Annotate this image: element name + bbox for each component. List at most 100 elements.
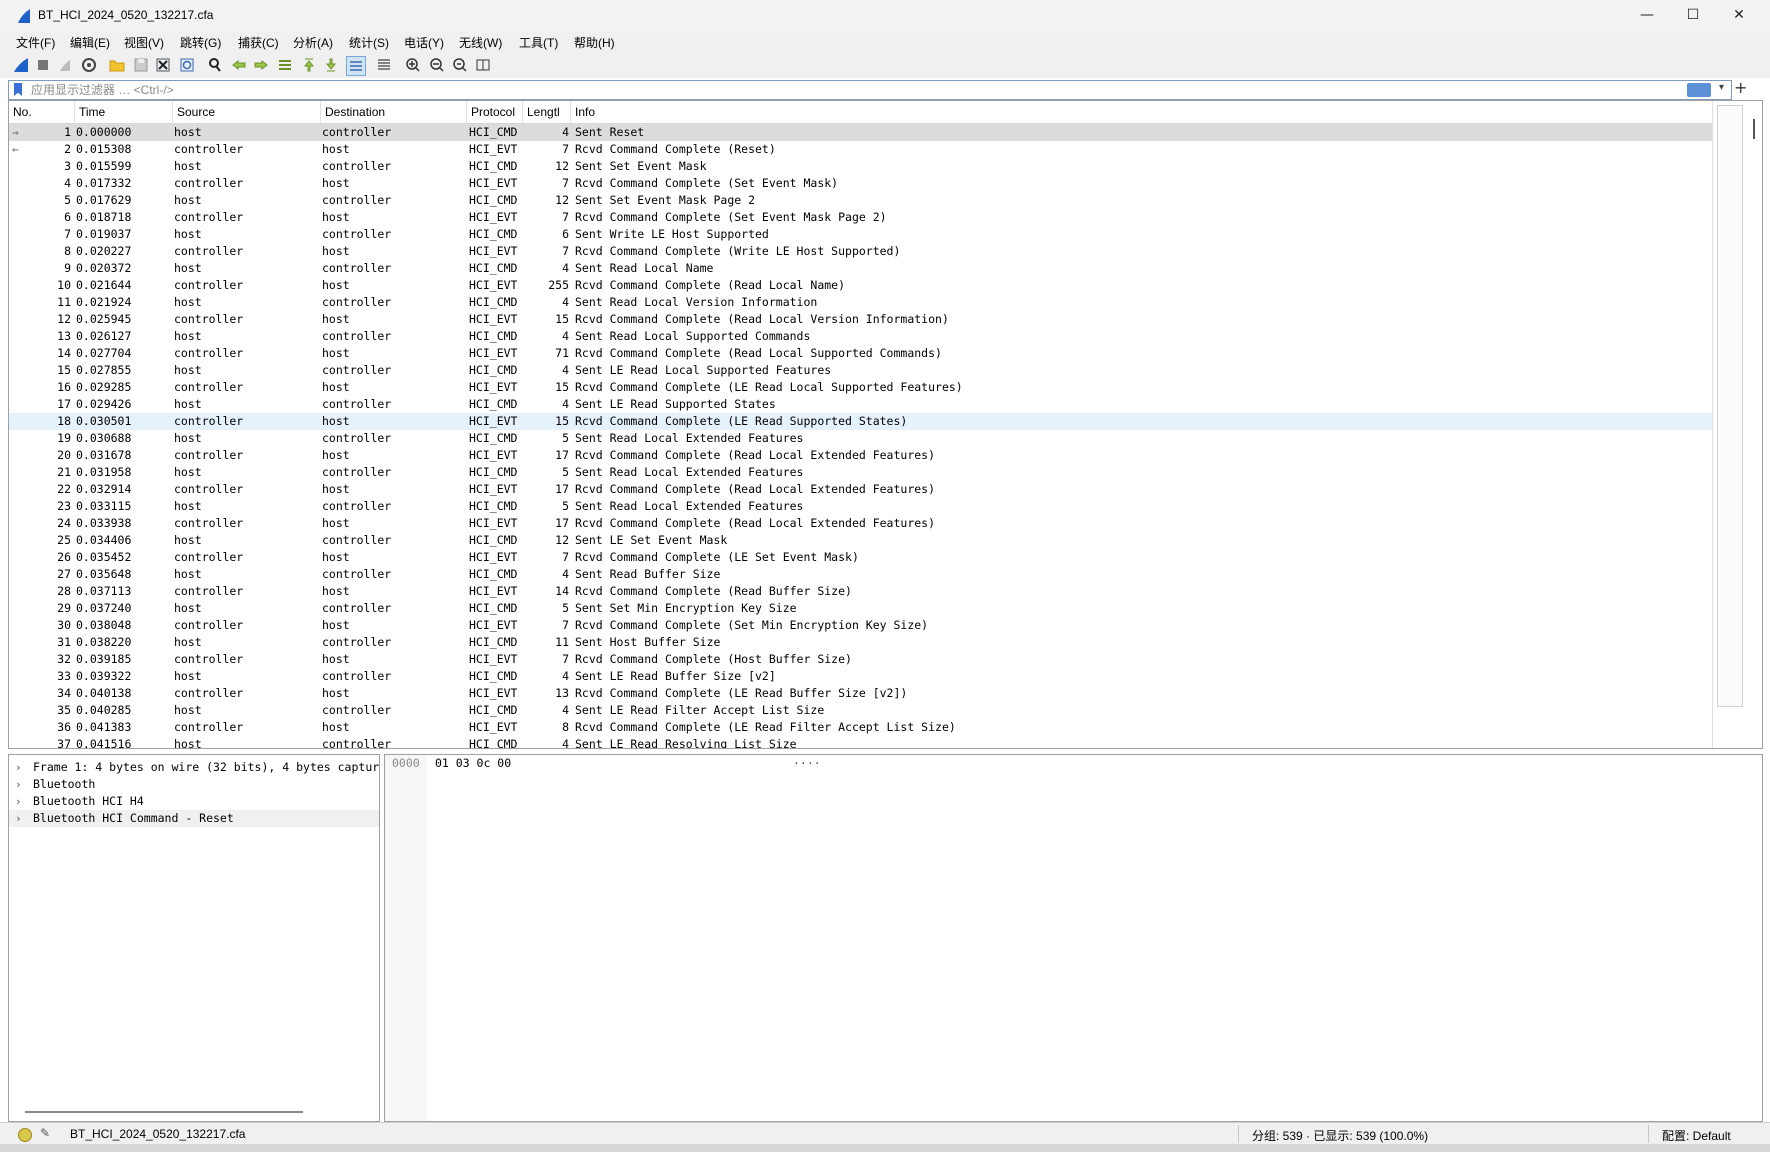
go-last-icon[interactable] bbox=[322, 56, 340, 74]
column-header-source[interactable]: Source bbox=[173, 101, 321, 123]
menu-statistics[interactable]: 统计(S) bbox=[349, 34, 389, 51]
expert-info-led-icon[interactable] bbox=[18, 1128, 32, 1142]
find-packet-icon[interactable] bbox=[206, 56, 224, 74]
column-header-time[interactable]: Time bbox=[75, 101, 173, 123]
menu-go[interactable]: 跳转(G) bbox=[180, 34, 221, 51]
apply-filter-arrow-icon[interactable] bbox=[1687, 83, 1711, 97]
packet-row[interactable]: 9 0.020372 host controller HCI_CMD 4 Sent Read… bbox=[9, 260, 1712, 277]
scrollbar-thumb[interactable] bbox=[1717, 105, 1743, 707]
go-back-icon[interactable] bbox=[230, 56, 248, 74]
open-file-icon[interactable] bbox=[108, 56, 126, 74]
go-forward-icon[interactable] bbox=[252, 56, 270, 74]
packet-row[interactable]: 33 0.039322 host controller HCI_CMD 4 Sent LE … bbox=[9, 668, 1712, 685]
packet-row[interactable]: 16 0.029285 controller host HCI_EVT 15 Rcvd Co… bbox=[9, 379, 1712, 396]
menu-view[interactable]: 视图(V) bbox=[124, 34, 164, 51]
bytes-ascii[interactable]: ···· bbox=[793, 755, 821, 772]
zoom-normal-icon[interactable] bbox=[451, 56, 469, 74]
packet-row[interactable]: 36 0.041383 controller host HCI_EVT 8 Rcvd Com… bbox=[9, 719, 1712, 736]
packet-row[interactable]: 15 0.027855 host controller HCI_CMD 4 Sent LE … bbox=[9, 362, 1712, 379]
menu-tools[interactable]: 工具(T) bbox=[519, 34, 558, 51]
expand-chevron-icon[interactable]: › bbox=[15, 810, 27, 827]
packet-row[interactable]: 23 0.033115 host controller HCI_CMD 5 Sent Rea… bbox=[9, 498, 1712, 515]
detail-tree-item[interactable]: › Bluetooth bbox=[9, 776, 379, 793]
detail-tree-item[interactable]: › Bluetooth HCI H4 bbox=[9, 793, 379, 810]
menu-edit[interactable]: 编辑(E) bbox=[70, 34, 110, 51]
packet-row[interactable]: 8 0.020227 controller host HCI_EVT 7 Rcvd Comm… bbox=[9, 243, 1712, 260]
packet-list-scrollbar[interactable] bbox=[1712, 101, 1761, 748]
stop-icon[interactable] bbox=[34, 56, 52, 74]
expand-chevron-icon[interactable]: › bbox=[15, 793, 27, 810]
packet-row[interactable]: 12 0.025945 controller host HCI_EVT 15 Rcvd Co… bbox=[9, 311, 1712, 328]
packet-row[interactable]: 34 0.040138 controller host HCI_EVT 13 Rcvd Co… bbox=[9, 685, 1712, 702]
packet-row[interactable]: 29 0.037240 host controller HCI_CMD 5 Sent Set… bbox=[9, 600, 1712, 617]
maximize-button[interactable]: ☐ bbox=[1670, 0, 1716, 32]
bytes-hex[interactable]: 01 03 0c 00 bbox=[435, 755, 511, 772]
save-file-icon[interactable] bbox=[132, 56, 150, 74]
detail-tree-item[interactable]: › Bluetooth HCI Command - Reset bbox=[9, 810, 379, 827]
packet-row[interactable]: 17 0.029426 host controller HCI_CMD 4 Sent LE … bbox=[9, 396, 1712, 413]
packet-row[interactable]: 13 0.026127 host controller HCI_CMD 4 Sent Rea… bbox=[9, 328, 1712, 345]
packet-row[interactable]: 18 0.030501 controller host HCI_EVT 15 Rcvd Co… bbox=[9, 413, 1712, 430]
packet-row[interactable]: 14 0.027704 controller host HCI_EVT 71 Rcvd Co… bbox=[9, 345, 1712, 362]
close-button[interactable]: ✕ bbox=[1716, 0, 1762, 32]
restart-icon[interactable] bbox=[56, 56, 74, 74]
menu-capture[interactable]: 捕获(C) bbox=[238, 34, 279, 51]
menu-wireless[interactable]: 无线(W) bbox=[459, 34, 502, 51]
capture-options-icon[interactable] bbox=[80, 56, 98, 74]
close-file-icon[interactable] bbox=[154, 56, 172, 74]
column-header-protocol[interactable]: Protocol bbox=[467, 101, 523, 123]
column-header-info[interactable]: Info bbox=[571, 101, 1712, 123]
menu-help[interactable]: 帮助(H) bbox=[574, 34, 615, 51]
minimize-button[interactable]: — bbox=[1624, 0, 1670, 32]
packet-row[interactable]: 27 0.035648 host controller HCI_CMD 4 Sent Rea… bbox=[9, 566, 1712, 583]
capture-comment-edit-icon[interactable]: ✎ bbox=[40, 1126, 50, 1140]
packet-row[interactable]: ← 2 0.015308 controller host HCI_EVT 7 Rcvd Com… bbox=[9, 141, 1712, 158]
packet-protocol: HCI_CMD bbox=[469, 125, 518, 139]
packet-row[interactable]: 22 0.032914 controller host HCI_EVT 17 Rcvd Co… bbox=[9, 481, 1712, 498]
packet-row[interactable]: 3 0.015599 host controller HCI_CMD 12 Sent Set… bbox=[9, 158, 1712, 175]
menu-telephony[interactable]: 电话(Y) bbox=[404, 34, 444, 51]
details-horizontal-scrollbar[interactable] bbox=[25, 1111, 303, 1113]
menu-analyze[interactable]: 分析(A) bbox=[293, 34, 333, 51]
packet-row[interactable]: 25 0.034406 host controller HCI_CMD 12 Sent LE… bbox=[9, 532, 1712, 549]
packet-row[interactable]: 11 0.021924 host controller HCI_CMD 4 Sent Rea… bbox=[9, 294, 1712, 311]
packet-row[interactable]: 26 0.035452 controller host HCI_EVT 7 Rcvd Com… bbox=[9, 549, 1712, 566]
go-to-packet-icon[interactable] bbox=[276, 56, 294, 74]
packet-row[interactable]: 24 0.033938 controller host HCI_EVT 17 Rcvd Co… bbox=[9, 515, 1712, 532]
packet-row[interactable]: 19 0.030688 host controller HCI_CMD 5 Sent Rea… bbox=[9, 430, 1712, 447]
menu-file[interactable]: 文件(F) bbox=[16, 34, 55, 51]
packet-row[interactable]: 4 0.017332 controller host HCI_EVT 7 Rcvd Comm… bbox=[9, 175, 1712, 192]
packet-row[interactable]: 28 0.037113 controller host HCI_EVT 14 Rcvd Co… bbox=[9, 583, 1712, 600]
reload-icon[interactable] bbox=[178, 56, 196, 74]
expand-chevron-icon[interactable]: › bbox=[15, 776, 27, 793]
packet-row[interactable]: 5 0.017629 host controller HCI_CMD 12 Sent Set… bbox=[9, 192, 1712, 209]
packet-row[interactable]: 30 0.038048 controller host HCI_EVT 7 Rcvd Com… bbox=[9, 617, 1712, 634]
detail-tree-item[interactable]: › Frame 1: 4 bytes on wire (32 bits), 4 b… bbox=[9, 759, 379, 776]
packet-row[interactable]: → 1 0.000000 host controller HCI_CMD 4 Sent Res… bbox=[9, 124, 1712, 141]
zoom-out-icon[interactable] bbox=[428, 56, 446, 74]
status-profile[interactable]: 配置: Default bbox=[1662, 1127, 1731, 1144]
column-header-length[interactable]: Lengtl bbox=[523, 101, 571, 123]
packet-row[interactable]: 10 0.021644 controller host HCI_EVT 255 Rcvd C… bbox=[9, 277, 1712, 294]
expand-chevron-icon[interactable]: › bbox=[15, 759, 27, 776]
add-filter-button[interactable]: + bbox=[1734, 78, 1747, 97]
resize-columns-icon[interactable] bbox=[474, 56, 492, 74]
packet-row[interactable]: 7 0.019037 host controller HCI_CMD 6 Sent Writ… bbox=[9, 226, 1712, 243]
packet-row[interactable]: 31 0.038220 host controller HCI_CMD 11 Sent Ho… bbox=[9, 634, 1712, 651]
colorize-icon[interactable] bbox=[375, 56, 393, 74]
auto-scroll-icon[interactable] bbox=[346, 56, 366, 76]
packet-row[interactable]: 6 0.018718 controller host HCI_EVT 7 Rcvd Comm… bbox=[9, 209, 1712, 226]
display-filter-input[interactable] bbox=[31, 81, 1591, 99]
go-first-icon[interactable] bbox=[300, 56, 318, 74]
column-header-destination[interactable]: Destination bbox=[321, 101, 467, 123]
packet-row[interactable]: 21 0.031958 host controller HCI_CMD 5 Sent Rea… bbox=[9, 464, 1712, 481]
column-header-no[interactable]: No. bbox=[9, 101, 75, 123]
bookmark-icon[interactable] bbox=[14, 83, 22, 96]
zoom-in-icon[interactable] bbox=[404, 56, 422, 74]
packet-row[interactable]: 20 0.031678 controller host HCI_EVT 17 Rcvd Co… bbox=[9, 447, 1712, 464]
packet-row[interactable]: 32 0.039185 controller host HCI_EVT 7 Rcvd Com… bbox=[9, 651, 1712, 668]
packet-row[interactable]: 37 0.041516 host controller HCI_CMD 4 Sent LE … bbox=[9, 736, 1712, 748]
packet-row[interactable]: 35 0.040285 host controller HCI_CMD 4 Sent LE … bbox=[9, 702, 1712, 719]
shark-fin-start-icon[interactable] bbox=[12, 56, 30, 74]
filter-dropdown-chevron-icon[interactable]: ▾ bbox=[1719, 82, 1724, 93]
